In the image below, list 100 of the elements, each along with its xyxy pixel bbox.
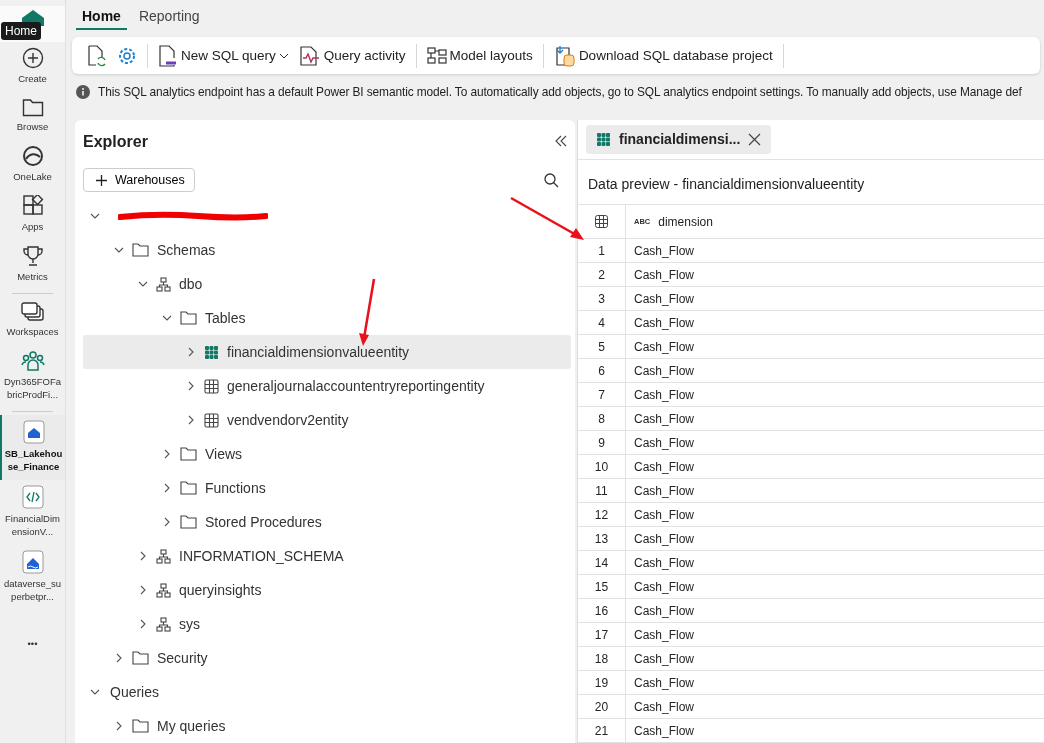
chevron-icon [114,245,124,255]
table-icon [204,378,219,394]
ribbon-tab[interactable]: Reporting [132,5,206,30]
tree-item[interactable]: generaljournalaccountentryreportingentity [83,369,571,403]
trophy-icon [21,245,44,267]
refresh-document-icon [87,44,107,67]
table-icon [596,131,611,147]
hierarchy-icon [156,616,171,632]
nav-item[interactable]: SB_Lakehouse_Finance [0,415,65,480]
row-number: 8 [578,407,626,430]
layout-icon [426,46,447,65]
row-number: 11 [578,479,626,502]
table-cell-text: Cash_Flow [633,602,696,620]
tree-item[interactable]: Functions [83,471,571,505]
preview-title: Data preview - financialdimensionvalueentity [587,175,866,194]
info-icon [76,85,90,99]
folder-icon [180,311,197,325]
table-cell-text: Cash_Flow [633,434,696,452]
nav-item[interactable]: OneLake [0,140,65,190]
nav-label: Create [17,72,48,85]
activity-icon [298,45,321,66]
nav-item[interactable]: Dyn365FOFabricProdFi... [0,345,65,408]
new-sql-query-button[interactable]: New SQL query [155,41,292,70]
chevron-icon [186,347,196,357]
table-icon [595,215,608,228]
table-cell-text: Cash_Flow [633,554,696,572]
query-activity-button[interactable]: Query activity [295,42,409,69]
search-icon[interactable] [544,172,559,188]
table-cell-text: Cash_Flow [633,698,696,716]
chevron-icon [186,381,196,391]
chevron-icon [138,585,148,595]
download-button[interactable]: Download SQL database project [550,41,776,70]
row-number: 5 [578,335,626,358]
editor-tab[interactable]: financialdimensi... [586,125,772,154]
tree-item[interactable]: Views [83,437,571,471]
nav-label: Dyn365FOFabricProdFi... [3,375,62,401]
tree-item[interactable]: INFORMATION_SCHEMA [83,539,571,573]
tree-item[interactable]: Schemas [83,233,571,267]
table-cell-text: Cash_Flow [633,362,696,380]
onelake-icon [21,145,44,167]
table-cell-text: Cash_Flow [633,314,696,332]
chevron-icon [114,721,124,731]
row-number: 3 [578,287,626,310]
folder-icon [132,719,149,733]
nav-label: ••• [26,636,39,650]
table-cell-text: Cash_Flow [633,290,696,308]
tree-item[interactable]: My queries [83,709,571,743]
nav-label: Browse [15,120,50,133]
nav-label: SB_Lakehouse_Finance [4,447,63,473]
folder-icon [180,515,197,529]
ribbon-tab[interactable]: Home [76,5,127,30]
table-cell-text: Cash_Flow [633,650,696,668]
tree-item[interactable]: Tables [83,301,571,335]
nav-item[interactable]: Workspaces [0,297,65,345]
tree-item[interactable]: sys [83,607,571,641]
row-number: 16 [578,599,626,622]
lakehouse-icon [21,550,44,574]
table-cell-text: Cash_Flow [633,626,696,644]
people-icon [20,350,45,372]
tree-item[interactable]: financialdimensionvalueentity [83,335,571,369]
info-message: This SQL analytics endpoint has a default Power BI semantic model. To automatically add objects, go to SQL analytics endpoint settings. To manually add objects, use Manage def [98,85,1022,99]
tree-item[interactable]: Stored Procedures [83,505,571,539]
chevron-icon [114,653,124,663]
nav-item[interactable]: Metrics [0,240,65,290]
folder-icon [132,243,149,257]
chevron-icon [90,211,100,221]
hierarchy-icon [156,548,171,564]
nav-item[interactable]: Browse [0,92,65,140]
tree-item[interactable]: dbo [83,267,571,301]
hierarchy-icon [156,582,171,598]
tree-item[interactable]: vendvendorv2entity [83,403,571,437]
chevron-icon [90,687,100,697]
table-cell-text: Cash_Flow [633,386,696,404]
tree-item[interactable]: Security [83,641,571,675]
plus-circle-icon [21,47,44,69]
chevron-icon [138,619,148,629]
nav-item[interactable]: dataverse_superbetpr... [0,545,65,610]
add-warehouses-button[interactable]: Warehouses [83,168,195,193]
model-layouts-button[interactable]: Model layouts [423,43,536,68]
row-number: 9 [578,431,626,454]
row-number: 20 [578,695,626,718]
chevron-icon [138,551,148,561]
table-icon [204,344,219,360]
nav-item[interactable]: Apps [0,190,65,240]
nav-item[interactable]: ••• [0,624,65,664]
tree-item[interactable]: queryinsights [83,573,571,607]
nav-item[interactable]: FinancialDimensionV... [0,480,65,545]
collapse-icon[interactable] [555,134,567,147]
table-cell-text: Cash_Flow [633,722,696,740]
close-icon[interactable] [748,132,762,146]
tooltip: Home [1,22,41,40]
chevron-icon [162,313,172,323]
table-cell-text: Cash_Flow [633,674,696,692]
nav-label: OneLake [12,170,53,183]
tree-item[interactable]: Queries [83,675,571,709]
table-cell-text: Cash_Flow [633,410,696,428]
table-cell-text: Cash_Flow [633,458,696,476]
row-number: 2 [578,263,626,286]
nav-item[interactable]: Create [0,42,65,92]
folder-icon [21,97,44,117]
